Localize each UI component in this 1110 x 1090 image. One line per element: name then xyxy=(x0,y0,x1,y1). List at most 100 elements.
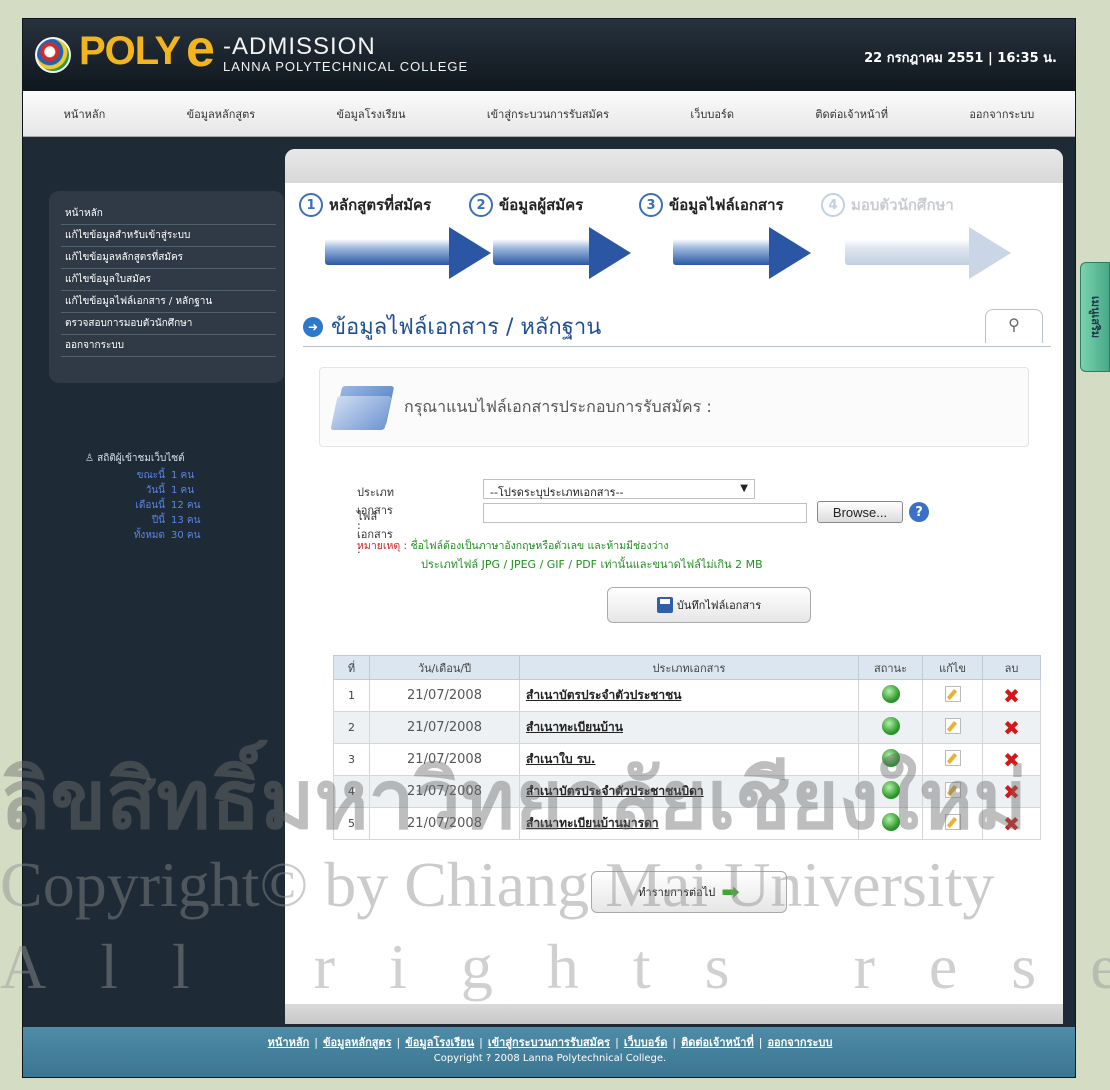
sidebar-item-edit-login[interactable]: แก้ไขข้อมูลสำหรับเข้าสู่ระบบ xyxy=(61,225,276,247)
footer-link-school-info[interactable]: ข้อมูลโรงเรียน xyxy=(405,1036,474,1049)
notice-box: กรุณาแนบไฟล์เอกสารประกอบการรับสมัคร : xyxy=(319,367,1029,447)
table-row: 2 21/07/2008 สำเนาทะเบียนบ้าน ✖ xyxy=(333,711,1041,744)
magnifier-icon: ⚲ xyxy=(1008,315,1020,334)
status-ok-icon xyxy=(881,749,900,767)
sidebar-item-edit-documents[interactable]: แก้ไขข้อมูลไฟล์เอกสาร / หลักฐาน xyxy=(61,291,276,313)
step-2: 2 ข้อมูลผู้สมัคร xyxy=(469,193,583,217)
sidebar-item-check-enrollment[interactable]: ตรวจสอบการมอบตัวนักศึกษา xyxy=(61,313,276,335)
col-doc-type: ประเภทเอกสาร xyxy=(519,655,859,680)
step-arrow-icon xyxy=(493,221,633,279)
edit-icon[interactable] xyxy=(944,718,961,734)
step-arrow-icon xyxy=(845,221,1013,279)
sidebar-menu: หน้าหลัก แก้ไขข้อมูลสำหรับเข้าสู่ระบบ แก… xyxy=(49,191,284,383)
stat-row: ปีนี้ 13 คน xyxy=(151,515,201,526)
step-3: 3 ข้อมูลไฟล์เอกสาร xyxy=(639,193,784,217)
status-ok-icon xyxy=(881,685,900,703)
col-status: สถานะ xyxy=(858,655,923,680)
status-ok-icon xyxy=(881,813,900,831)
save-file-button[interactable]: บันทึกไฟล์เอกสาร xyxy=(607,587,811,623)
sidebar-item-home[interactable]: หน้าหลัก xyxy=(61,203,276,225)
stat-row: เดือนนี้ 12 คน xyxy=(135,500,201,511)
doc-type-select[interactable]: --โปรดระบุประเภทเอกสาร-- ▼ xyxy=(483,479,755,499)
delete-icon[interactable]: ✖ xyxy=(1003,748,1020,772)
table-row: 1 21/07/2008 สำเนาบัตรประจำตัวประชาชน ✖ xyxy=(333,679,1041,712)
step-4: 4 มอบตัวนักศึกษา xyxy=(821,193,954,217)
status-ok-icon xyxy=(881,717,900,735)
nav-contact[interactable]: ติดต่อเจ้าหน้าที่ xyxy=(809,105,894,123)
col-delete: ลบ xyxy=(982,655,1041,680)
table-row: 4 21/07/2008 สำเนาบัตรประจำตัวประชาชนบิด… xyxy=(333,775,1041,808)
nav-school-info[interactable]: ข้อมูลโรงเรียน xyxy=(331,105,412,123)
sidebar-item-edit-course[interactable]: แก้ไขข้อมูลหลักสูตรที่สมัคร xyxy=(61,247,276,269)
nav-webboard[interactable]: เว็บบอร์ด xyxy=(684,105,740,123)
footer-link-course-info[interactable]: ข้อมูลหลักสูตร xyxy=(323,1036,392,1049)
stat-row: ขณะนี้ 1 คน xyxy=(136,470,195,481)
col-edit: แก้ไข xyxy=(922,655,983,680)
page-frame: POLY e -ADMISSION LANNA POLYTECHNICAL CO… xyxy=(22,18,1076,1078)
page-title: ข้อมูลไฟล์เอกสาร / หลักฐาน xyxy=(331,315,602,340)
footer-link-home[interactable]: หน้าหลัก xyxy=(268,1036,310,1049)
footer-link-contact[interactable]: ติดต่อเจ้าหน้าที่ xyxy=(681,1036,754,1049)
doc-link[interactable]: สำเนาทะเบียนบ้านมารดา xyxy=(526,816,659,830)
visitor-stats: ♙ สถิติผู้เข้าชมเว็บไซต์ ขณะนี้ 1 คน วันน… xyxy=(85,451,200,543)
delete-icon[interactable]: ✖ xyxy=(1003,780,1020,804)
browse-button[interactable]: Browse... xyxy=(817,501,903,523)
nav-admission-process[interactable]: เข้าสู่กระบวนการรับสมัคร xyxy=(481,105,615,123)
table-row: 5 21/07/2008 สำเนาทะเบียนบ้านมารดา ✖ xyxy=(333,807,1041,840)
page-heading: ➜ ข้อมูลไฟล์เอกสาร / หลักฐาน ⚲ xyxy=(303,307,1051,347)
user-icon: ♙ xyxy=(85,453,94,464)
logo-e: e xyxy=(186,20,215,78)
doc-link[interactable]: สำเนาใบ รบ. xyxy=(526,752,595,766)
nav-logout[interactable]: ออกจากระบบ xyxy=(963,105,1040,123)
chevron-down-icon: ▼ xyxy=(740,483,748,494)
next-button[interactable]: ทำรายการต่อไป ➡ xyxy=(591,871,787,913)
stats-title: สถิติผู้เข้าชมเว็บไซต์ xyxy=(97,453,185,464)
footer-link-webboard[interactable]: เว็บบอร์ด xyxy=(624,1036,668,1049)
main-panel: 1 หลักสูตรที่สมัคร 2 ข้อมูลผู้สมัคร 3 ข้อมู… xyxy=(285,149,1063,1017)
sidebar-item-edit-application[interactable]: แก้ไขข้อมูลใบสมัคร xyxy=(61,269,276,291)
edit-icon[interactable] xyxy=(944,686,961,702)
edit-icon[interactable] xyxy=(944,782,961,798)
logo-college-name: LANNA POLYTECHNICAL COLLEGE xyxy=(223,59,469,74)
copyright-text: Copyright ? 2008 Lanna Polytechnical Col… xyxy=(433,1053,667,1064)
doc-link[interactable]: สำเนาบัตรประจำตัวประชาชนบิดา xyxy=(526,784,704,798)
col-no: ที่ xyxy=(333,655,370,680)
green-arrow-icon: ➡ xyxy=(721,879,740,905)
main-nav: หน้าหลัก ข้อมูลหลักสูตร ข้อมูลโรงเรียน เ… xyxy=(23,91,1075,137)
stat-row: วันนี้ 1 คน xyxy=(145,485,195,496)
logo-poly: POLY xyxy=(79,29,181,73)
table-row: 3 21/07/2008 สำเนาใบ รบ. ✖ xyxy=(333,743,1041,776)
footer-link-logout[interactable]: ออกจากระบบ xyxy=(767,1036,832,1049)
side-menu-tab[interactable]: เมนูเสริม xyxy=(1080,262,1110,372)
site-footer: หน้าหลัก | ข้อมูลหลักสูตร | ข้อมูลโรงเรียน | เ… xyxy=(23,1027,1075,1077)
footer-link-admission[interactable]: เข้าสู่กระบวนการรับสมัคร xyxy=(488,1036,610,1049)
help-icon[interactable]: ? xyxy=(909,502,929,522)
college-logo-icon xyxy=(35,37,71,73)
edit-icon[interactable] xyxy=(944,750,961,766)
delete-icon[interactable]: ✖ xyxy=(1003,684,1020,708)
document-table: ที่ วัน/เดือน/ปี ประเภทเอกสาร สถานะ แก้ไ… xyxy=(333,655,1041,840)
arrow-circle-icon: ➜ xyxy=(303,316,323,337)
header-datetime: 22 กรกฎาคม 2551 | 16:35 น. xyxy=(864,51,1057,66)
search-tab[interactable]: ⚲ xyxy=(985,309,1043,343)
note-line-2: ประเภทไฟล์ JPG / JPEG / GIF / PDF เท่านั… xyxy=(421,558,763,571)
doc-link[interactable]: สำเนาทะเบียนบ้าน xyxy=(526,720,623,734)
col-date: วัน/เดือน/ปี xyxy=(369,655,520,680)
file-input[interactable] xyxy=(483,503,807,523)
delete-icon[interactable]: ✖ xyxy=(1003,716,1020,740)
delete-icon[interactable]: ✖ xyxy=(1003,812,1020,836)
folder-icon xyxy=(330,382,395,432)
sidebar-item-logout[interactable]: ออกจากระบบ xyxy=(61,335,276,357)
doc-link[interactable]: สำเนาบัตรประจำตัวประชาชน xyxy=(526,688,682,702)
step-1: 1 หลักสูตรที่สมัคร xyxy=(299,193,431,217)
status-ok-icon xyxy=(881,781,900,799)
nav-home[interactable]: หน้าหลัก xyxy=(58,105,112,123)
notice-text: กรุณาแนบไฟล์เอกสารประกอบการรับสมัคร : xyxy=(404,396,712,416)
note-line-1: หมายเหตุ : ชื่อไฟล์ต้องเป็นภาษาอังกฤษหรื… xyxy=(357,540,669,552)
step-arrow-icon xyxy=(673,221,813,279)
site-header: POLY e -ADMISSION LANNA POLYTECHNICAL CO… xyxy=(23,19,1075,91)
nav-course-info[interactable]: ข้อมูลหลักสูตร xyxy=(181,105,262,123)
edit-icon[interactable] xyxy=(944,814,961,830)
logo-admission: -ADMISSION xyxy=(223,33,376,60)
floppy-disk-icon xyxy=(656,597,673,613)
